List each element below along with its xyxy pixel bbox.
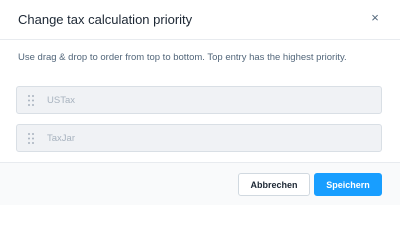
item-label: TaxJar [47, 133, 75, 144]
modal-title: Change tax calculation priority [18, 12, 193, 27]
modal-footer: Abbrechen Speichern [0, 162, 400, 205]
save-button[interactable]: Speichern [314, 173, 382, 196]
drag-handle-icon[interactable] [28, 133, 34, 144]
modal-header: Change tax calculation priority × [0, 0, 400, 40]
item-label: USTax [47, 95, 75, 106]
priority-list-item[interactable]: USTax [16, 86, 382, 114]
modal-body: Use drag & drop to order from top to bot… [0, 40, 400, 162]
priority-list-item[interactable]: TaxJar [16, 124, 382, 152]
instructions-text: Use drag & drop to order from top to bot… [18, 52, 347, 63]
cancel-button[interactable]: Abbrechen [238, 173, 310, 196]
tax-priority-modal: Change tax calculation priority × Use dr… [0, 0, 400, 205]
close-icon[interactable]: × [368, 11, 382, 25]
drag-handle-icon[interactable] [28, 95, 34, 106]
